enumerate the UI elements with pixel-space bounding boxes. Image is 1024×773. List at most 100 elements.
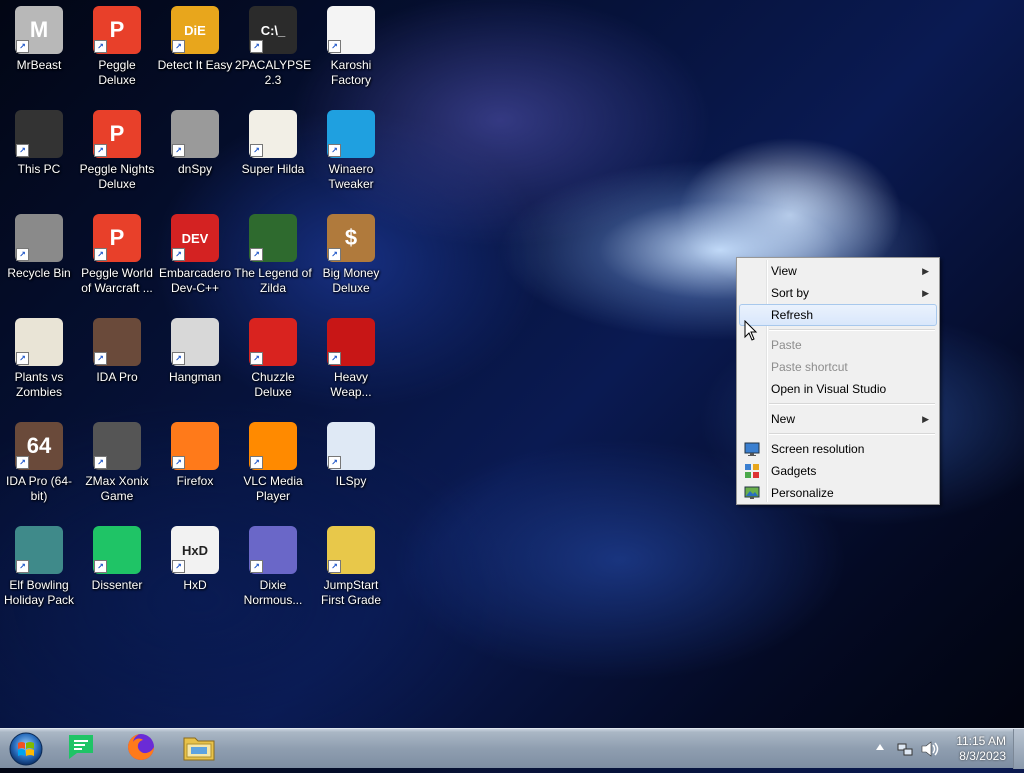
ilspy-icon: ↗ (327, 422, 375, 470)
show-hidden-icons-button[interactable] (876, 744, 884, 750)
menu-item-label: Gadgets (771, 464, 817, 478)
desktop-icon-die[interactable]: DiE ↗ Detect It Easy (156, 6, 234, 73)
menu-item-open-in-visual-studio[interactable]: Open in Visual Studio (739, 378, 937, 400)
shortcut-arrow-icon: ↗ (172, 456, 185, 469)
desktop-icon-label: Heavy Weap... (330, 370, 372, 399)
desktop-icon-zilda[interactable]: ↗ The Legend of Zilda (234, 214, 312, 296)
dissenter-icon: ↗ (93, 526, 141, 574)
start-button[interactable] (4, 730, 48, 768)
desktop-icon-label: This PC (17, 162, 61, 176)
ida-icon: ↗ (93, 318, 141, 366)
desktop-icon-label: Firefox (176, 474, 214, 488)
menu-separator (769, 433, 935, 435)
monitor-icon (744, 441, 760, 457)
desktop-icon-file[interactable]: ↗ Karoshi Factory (312, 6, 390, 88)
dissenter-taskbar-icon (65, 731, 97, 768)
desktop-icon-xonix[interactable]: ↗ ZMax Xonix Game (78, 422, 156, 504)
menu-item-label: View (771, 264, 797, 278)
shortcut-arrow-icon: ↗ (172, 40, 185, 53)
menu-item-label: Paste (771, 338, 802, 352)
menu-item-view[interactable]: View ▶ (739, 260, 937, 282)
hilda-icon: ↗ (249, 110, 297, 158)
desktop-icon-console[interactable]: C:\_ ↗ 2PACALYPSE 2.3 (234, 6, 312, 88)
desktop-icon-peggle-wow[interactable]: P ↗ Peggle World of Warcraft ... (78, 214, 156, 296)
desktop-icon-hxd[interactable]: HxD ↗ HxD (156, 526, 234, 593)
file-icon: ↗ (327, 6, 375, 54)
shortcut-arrow-icon: ↗ (16, 40, 29, 53)
menu-item-label: Open in Visual Studio (771, 382, 887, 396)
desktop-icon-mrbeast[interactable]: M ↗ MrBeast (0, 6, 78, 73)
chuzzle-icon: ↗ (249, 318, 297, 366)
submenu-arrow-icon: ▶ (922, 288, 929, 298)
menu-item-refresh[interactable]: Refresh (739, 304, 937, 326)
hxd-icon: HxD ↗ (171, 526, 219, 574)
peggle-nights-icon: P ↗ (93, 110, 141, 158)
shortcut-arrow-icon: ↗ (94, 248, 107, 261)
menu-item-label: Paste shortcut (771, 360, 848, 374)
icon-glyph: P (109, 17, 125, 42)
desktop-icon-pvz[interactable]: ↗ Plants vs Zombies (0, 318, 78, 400)
volume-icon[interactable] (921, 741, 939, 757)
shortcut-arrow-icon: ↗ (16, 352, 29, 365)
shortcut-arrow-icon: ↗ (328, 248, 341, 261)
shortcut-arrow-icon: ↗ (328, 456, 341, 469)
shortcut-arrow-icon: ↗ (250, 144, 263, 157)
desktop-icon-chuzzle[interactable]: ↗ Chuzzle Deluxe (234, 318, 312, 400)
desktop-icon-vlc[interactable]: ↗ VLC Media Player (234, 422, 312, 504)
icon-glyph: DiE (184, 22, 206, 38)
clock-date: 8/3/2023 (959, 749, 1006, 763)
desktop-icon-label: ZMax Xonix Game (85, 474, 149, 503)
icon-glyph: C:\_ (260, 22, 286, 38)
file-explorer-taskbar-button[interactable] (174, 731, 224, 767)
shortcut-arrow-icon: ↗ (250, 560, 263, 573)
menu-item-label: New (771, 412, 796, 426)
desktop-icon-hilda[interactable]: ↗ Super Hilda (234, 110, 312, 177)
icon-glyph: HxD (181, 542, 208, 558)
desktop-icon-firefox[interactable]: ↗ Firefox (156, 422, 234, 489)
desktop-icon-elf-bowling[interactable]: ↗ Elf Bowling Holiday Pack (0, 526, 78, 608)
menu-item-gadgets[interactable]: Gadgets (739, 460, 937, 482)
computer-icon: ↗ (15, 110, 63, 158)
menu-item-personalize[interactable]: Personalize (739, 482, 937, 504)
desktop-icon-dixie[interactable]: ↗ Dixie Normous... (234, 526, 312, 608)
firefox-taskbar-button[interactable] (116, 731, 166, 767)
menu-item-screen-resolution[interactable]: Screen resolution (739, 438, 937, 460)
icon-glyph: P (109, 121, 125, 146)
network-icon[interactable] (897, 741, 913, 757)
menu-item-sort-by[interactable]: Sort by ▶ (739, 282, 937, 304)
elf-bowling-icon: ↗ (15, 526, 63, 574)
icon-glyph: M (29, 17, 49, 42)
show-desktop-button[interactable] (1013, 729, 1024, 769)
dnspy-icon: ↗ (171, 110, 219, 158)
recycle-bin-icon: ↗ (15, 214, 63, 262)
icon-glyph: P (109, 225, 125, 250)
vlc-icon: ↗ (249, 422, 297, 470)
file-explorer-taskbar-icon (182, 732, 216, 767)
desktop-icon-ida64[interactable]: 64 ↗ IDA Pro (64-bit) (0, 422, 78, 504)
desktop-icon-winaero[interactable]: ↗ Winaero Tweaker (312, 110, 390, 192)
desktop-icon-ilspy[interactable]: ↗ ILSpy (312, 422, 390, 489)
dissenter-taskbar-button[interactable] (56, 731, 106, 767)
desktop-icon-recycle-bin[interactable]: ↗ Recycle Bin (0, 214, 78, 281)
desktop-icon-computer[interactable]: ↗ This PC (0, 110, 78, 177)
desktop-icon-radiation[interactable]: ↗ Heavy Weap... (312, 318, 390, 400)
system-clock[interactable]: 11:15 AM 8/3/2023 (956, 734, 1006, 764)
desktop-icon-ida[interactable]: ↗ IDA Pro (78, 318, 156, 385)
desktop-icon-dnspy[interactable]: ↗ dnSpy (156, 110, 234, 177)
shortcut-arrow-icon: ↗ (16, 456, 29, 469)
desktop-icon-dissenter[interactable]: ↗ Dissenter (78, 526, 156, 593)
desktop-icon-hangman[interactable]: ↗ Hangman (156, 318, 234, 385)
desktop-icon-label: Peggle Nights Deluxe (79, 162, 155, 191)
gadgets-icon (744, 463, 760, 479)
desktop-icon-label: Recycle Bin (7, 266, 71, 280)
desktop-icon-jumpstart[interactable]: ↗ JumpStart First Grade (312, 526, 390, 608)
shortcut-arrow-icon: ↗ (94, 144, 107, 157)
menu-item-new[interactable]: New ▶ (739, 408, 937, 430)
jumpstart-icon: ↗ (327, 526, 375, 574)
desktop-icon-peggle[interactable]: P ↗ Peggle Deluxe (78, 6, 156, 88)
desktop-icon-money-bag[interactable]: $ ↗ Big Money Deluxe (312, 214, 390, 296)
desktop-icon-label: IDA Pro (64-bit) (5, 474, 73, 503)
devcpp-icon: DEV ↗ (171, 214, 219, 262)
desktop-icon-peggle-nights[interactable]: P ↗ Peggle Nights Deluxe (78, 110, 156, 192)
desktop-icon-devcpp[interactable]: DEV ↗ Embarcadero Dev-C++ (156, 214, 234, 296)
